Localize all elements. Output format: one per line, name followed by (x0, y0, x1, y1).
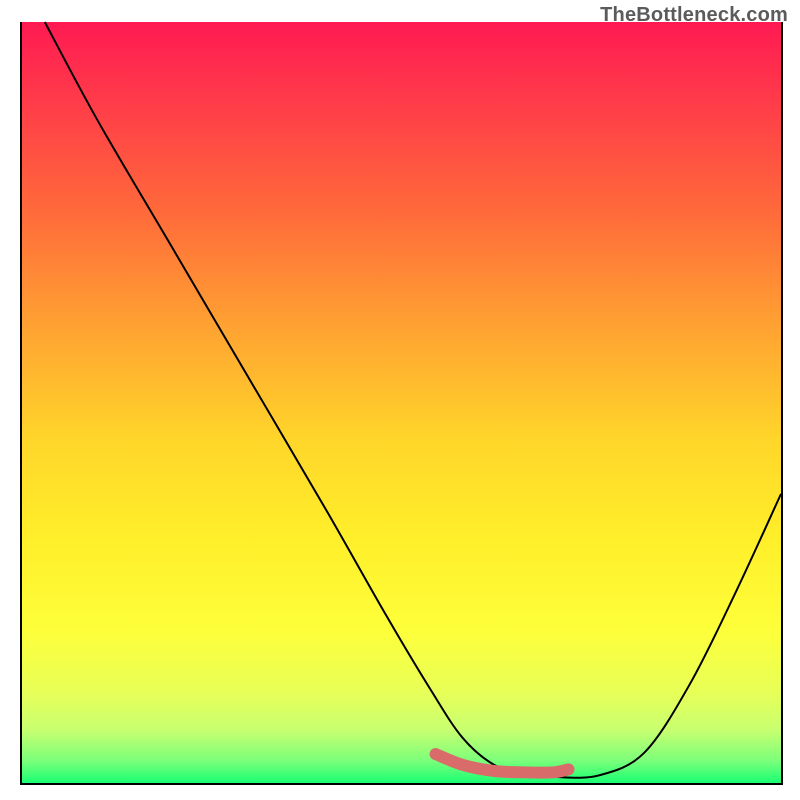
chart-container: TheBottleneck.com (0, 0, 800, 800)
curve-svg (22, 22, 781, 783)
plot-area (20, 22, 783, 785)
bottleneck-curve-path (45, 22, 781, 778)
highlight-segment-path (436, 754, 569, 773)
highlight-start-dot (430, 748, 442, 760)
